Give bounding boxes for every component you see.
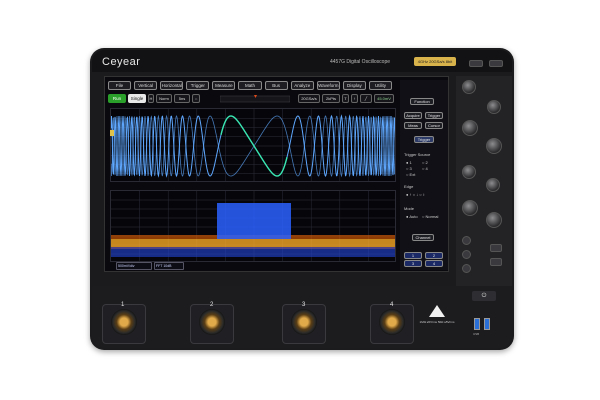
ch1-button[interactable] (462, 236, 471, 245)
h-marker[interactable]: H (148, 94, 154, 103)
source-ext[interactable]: ○ Ext (406, 172, 415, 177)
menu-math[interactable]: Math (238, 81, 262, 90)
model-label: 4457G Digital Oscilloscope (330, 59, 391, 65)
acquisition-toolbar: Run Single H Norm 5ns ⇔ 20GSa/s 2kPts T … (108, 94, 398, 104)
menu-display[interactable]: Display (342, 81, 366, 90)
source-1[interactable]: ● 1 (406, 160, 412, 165)
ch-select-1[interactable]: 1 (404, 252, 422, 259)
single-button[interactable]: Single (128, 94, 146, 103)
usb-port-2[interactable] (484, 318, 490, 330)
trigger-level: 45.0mV (374, 94, 394, 103)
menu-analyze[interactable]: Analyze (290, 81, 314, 90)
trigger-menu-button[interactable]: Trigger (425, 112, 443, 119)
mode-normal[interactable]: ○ Normal (422, 214, 438, 219)
menu-horizontal[interactable]: Horizontal (160, 81, 184, 90)
ch1-bnc-connector[interactable] (111, 309, 137, 335)
input-rating-text: 1MΩ ≤5Vrms 50Ω ≤5Vrms (419, 320, 455, 324)
acq-mode[interactable]: Norm (156, 94, 172, 103)
time-scale[interactable]: 5ns (174, 94, 190, 103)
ref-button[interactable] (490, 258, 502, 266)
mode-label: Mode (404, 206, 415, 211)
usb-port-1[interactable] (474, 318, 480, 330)
function-button[interactable]: Function (410, 98, 434, 105)
channel-button[interactable]: Channel (412, 234, 434, 241)
horizontal-scale-knob[interactable] (462, 120, 478, 136)
ch-select-4[interactable]: 4 (425, 260, 443, 267)
trigger-tab[interactable]: Trigger (414, 136, 434, 143)
horizontal-position-knob[interactable] (486, 138, 502, 154)
menu-bar: File Vertical Horizontal Trigger Measure… (108, 81, 393, 91)
menu-utility[interactable]: Utility (368, 81, 393, 90)
expand-icon[interactable]: ⇔ (192, 94, 200, 103)
warning-icon (429, 305, 445, 317)
source-2[interactable]: ○ 2 (422, 160, 428, 165)
source-4[interactable]: ○ 4 (422, 166, 428, 171)
math-button[interactable] (490, 244, 502, 252)
run-button[interactable]: Run (108, 94, 126, 103)
trigger-source-label: Trigger Source (404, 152, 431, 157)
side-panel: Function Acquire Trigger Meas Cursor Tri… (400, 80, 448, 270)
ch1-info-box[interactable]: 500mV/div (116, 262, 152, 270)
spectrum-floor (111, 247, 395, 257)
timebase-ruler (220, 95, 290, 103)
vertical-position-knob[interactable] (462, 200, 478, 216)
panel-button-1[interactable] (469, 60, 483, 67)
menu-file[interactable]: File (108, 81, 132, 90)
acquire-button[interactable]: Acquire (404, 112, 422, 119)
menu-vertical[interactable]: Vertical (134, 81, 158, 90)
slope-icon[interactable]: ╱ (360, 94, 372, 103)
trigger-level-knob[interactable] (462, 165, 476, 179)
ch4-label: 4 (390, 302, 394, 308)
mode-auto[interactable]: ● Auto (406, 214, 418, 219)
multipurpose-knob-b[interactable] (487, 100, 501, 114)
noise-floor-core (111, 239, 395, 247)
ch2-label: 2 (210, 302, 214, 308)
vertical-scale-knob[interactable] (486, 178, 500, 192)
ch3-button[interactable] (462, 264, 471, 273)
spec-badge: 4GHz 20GSa/s 8bit (414, 57, 456, 66)
ch-select-2[interactable]: 2 (425, 252, 443, 259)
edge-options[interactable]: ● ↑ ○ ↓ ○ ↕ (406, 192, 425, 197)
vertical-offset-knob[interactable] (486, 212, 502, 228)
ch-select-3[interactable]: 3 (404, 260, 422, 267)
ch3-label: 3 (302, 302, 306, 308)
cursor-button[interactable]: Cursor (425, 122, 443, 129)
power-button[interactable]: ⏻ (472, 291, 496, 301)
spectrum-graticule[interactable] (110, 190, 396, 262)
record-length: 2kPts (322, 94, 340, 103)
source-3[interactable]: ○ 3 (406, 166, 412, 171)
time-domain-graticule[interactable] (110, 108, 396, 182)
spectrum-plateau (217, 203, 291, 239)
ch2-info-box[interactable]: FFT 10dB (154, 262, 184, 270)
ch1-label: 1 (121, 302, 125, 308)
ch3-bnc-connector[interactable] (291, 309, 317, 335)
channel-info-row: 500mV/div FFT 10dB (110, 262, 396, 271)
menu-bus[interactable]: Bus (264, 81, 288, 90)
meas-button[interactable]: Meas (404, 122, 422, 129)
edge-rise-icon[interactable]: ↑ (351, 94, 358, 103)
multipurpose-knob-a[interactable] (462, 80, 476, 94)
menu-measure[interactable]: Measure (212, 81, 236, 90)
trigger-type-icon[interactable]: T (342, 94, 349, 103)
ch1-offset-marker[interactable] (110, 130, 114, 136)
brand-logo: Ceyear (102, 56, 141, 68)
ch4-bnc-connector[interactable] (379, 309, 405, 335)
ch2-button[interactable] (462, 250, 471, 259)
edge-label: Edge (404, 184, 414, 189)
sample-rate: 20GSa/s (298, 94, 320, 103)
usb-label: USB (473, 332, 480, 336)
ch2-bnc-connector[interactable] (199, 309, 225, 335)
panel-button-2[interactable] (489, 60, 503, 67)
menu-trigger[interactable]: Trigger (186, 81, 210, 90)
menu-waveform[interactable]: Waveform (316, 81, 340, 90)
